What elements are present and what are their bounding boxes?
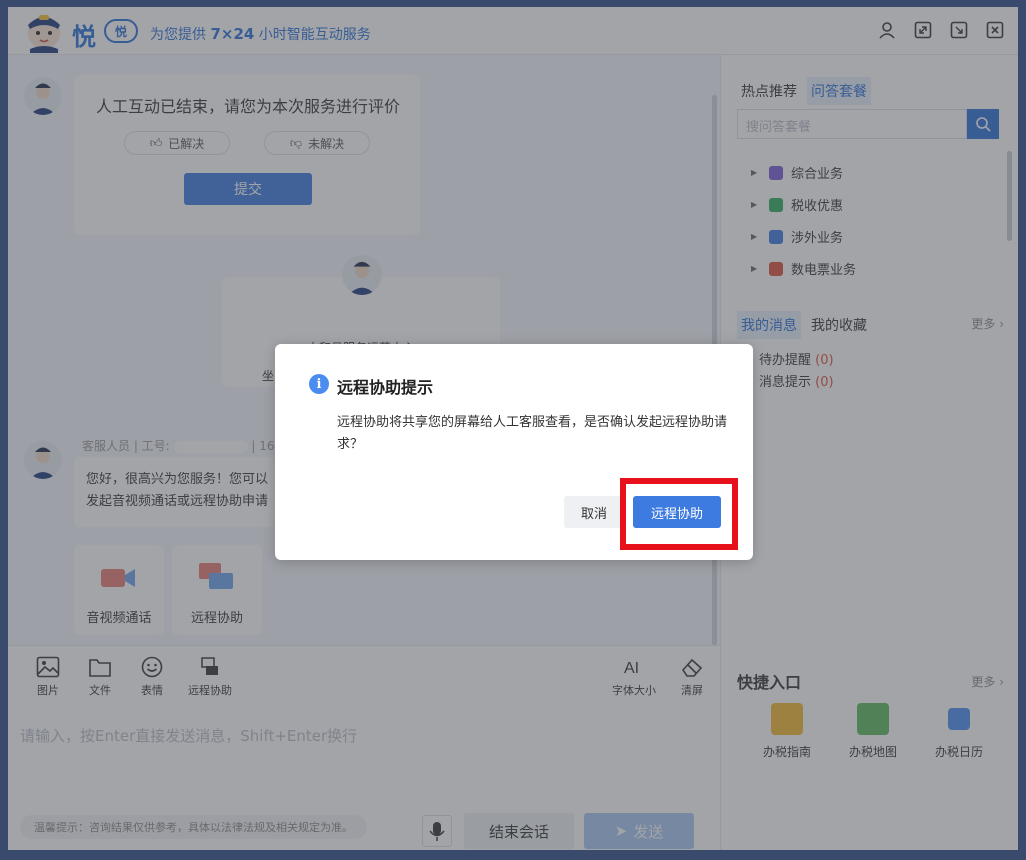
- dialog-title: 远程协助提示: [337, 378, 434, 397]
- info-icon: i: [309, 374, 329, 394]
- cancel-button[interactable]: 取消: [564, 496, 624, 528]
- dialog-body: 远程协助将共享您的屏幕给人工客服查看，是否确认发起远程协助请求？: [337, 415, 728, 452]
- highlight-box: [620, 478, 738, 550]
